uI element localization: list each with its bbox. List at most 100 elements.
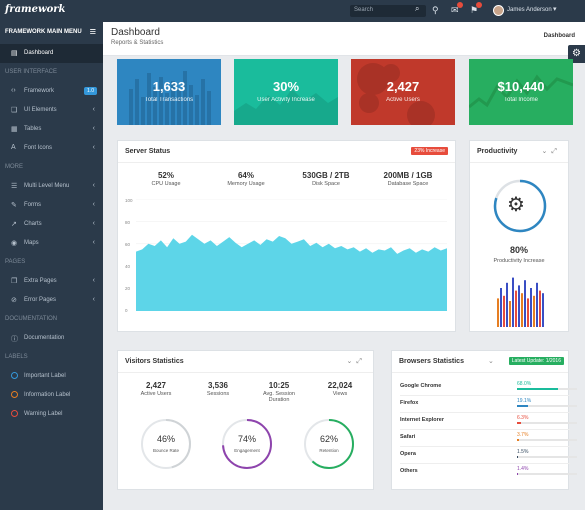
y-tick: 100 xyxy=(125,198,133,203)
gauge-retention: 62% Retention xyxy=(303,418,355,470)
notifications-icon[interactable]: ⚑ xyxy=(470,2,483,16)
sidebar-item-information-label[interactable]: Information Label xyxy=(0,386,103,405)
panel-title: Visitors Statistics xyxy=(125,358,184,365)
sidebar-item-ui-elements[interactable]: ❑ UI Elements ‹ xyxy=(0,101,103,120)
messages-badge xyxy=(456,2,463,8)
sidebar-item-documentation[interactable]: ⓘ Documentation xyxy=(0,329,103,348)
metric-label: Database Space xyxy=(387,181,429,187)
sidebar-item-label: Extra Pages xyxy=(24,278,57,284)
section-pages: PAGES xyxy=(5,259,26,265)
chevron-down-icon[interactable]: ⌄ xyxy=(347,358,357,365)
sidebar-item-label: UI Elements xyxy=(24,107,57,113)
gauge-label: Retention xyxy=(319,448,339,453)
productivity-bar xyxy=(515,290,517,327)
copy-icon: ❐ xyxy=(11,278,18,285)
sidebar-item-label: Error Pages xyxy=(24,297,57,303)
panel-controls[interactable]: ⌄⤢ xyxy=(542,147,561,156)
stat-card-total-income[interactable]: $10,440 Total Income xyxy=(469,59,573,125)
productivity-bar xyxy=(527,298,529,327)
sidebar-item-font-icons[interactable]: A Font Icons ‹ xyxy=(0,139,103,158)
increase-badge: 23% Increase xyxy=(411,147,448,155)
table-icon: ▦ xyxy=(11,126,18,133)
browser-name: Internet Explorer xyxy=(400,417,445,423)
metric-active-users: 2,427 Active Users xyxy=(130,381,182,397)
y-tick: 20 xyxy=(125,286,131,291)
browser-bar xyxy=(517,456,577,458)
panel-controls[interactable]: ⌄⤢ xyxy=(347,357,366,366)
chevron-left-icon: ‹ xyxy=(92,220,95,227)
expand-icon[interactable]: ⤢ xyxy=(356,358,366,365)
sidebar-item-tables[interactable]: ▦ Tables ‹ xyxy=(0,120,103,139)
sidebar-item-charts[interactable]: ↗ Charts ‹ xyxy=(0,215,103,234)
browsers-statistics-panel: Browsers Statistics ⌄ Latest Update: 1/2… xyxy=(391,350,577,490)
sidebar-header: FRAMEWORK MAIN MENU ≡ xyxy=(0,22,103,44)
metric-value: 2,427 xyxy=(145,381,167,390)
stat-label: Total Transactions xyxy=(144,97,194,103)
productivity-bar xyxy=(533,295,535,327)
browser-bar-fill xyxy=(517,388,558,390)
brand-logo[interactable]: framework xyxy=(5,4,65,15)
productivity-bar xyxy=(500,288,502,327)
user-name[interactable]: James Anderson xyxy=(507,7,552,13)
gauge-ring xyxy=(141,419,191,469)
browser-percent: 1.4% xyxy=(517,466,529,472)
sidebar-item-label: Tables xyxy=(24,126,42,132)
breadcrumb[interactable]: Dashboard xyxy=(544,33,575,39)
productivity-label: Productivity Increase xyxy=(493,258,545,264)
pencil-icon: ✎ xyxy=(11,202,17,209)
info-icon: ⓘ xyxy=(11,336,18,343)
productivity-bar xyxy=(512,277,514,327)
browser-percent: 1.5% xyxy=(517,449,529,455)
sidebar-item-dashboard[interactable]: ▤ Dashboard xyxy=(0,44,103,63)
sidebar-item-framework[interactable]: ‹› Framework 1.0 xyxy=(0,82,103,101)
panel-title: Browsers Statistics xyxy=(399,358,464,365)
sidebar: FRAMEWORK MAIN MENU ≡ ▤ Dashboard USER I… xyxy=(0,22,103,510)
messages-icon[interactable]: ✉ xyxy=(451,2,463,16)
metric-session-duration: 10:25 Avg. Session Duration xyxy=(254,381,304,403)
chevron-left-icon: ‹ xyxy=(92,201,95,208)
sidebar-item-maps[interactable]: ◉ Maps ‹ xyxy=(0,234,103,253)
section-more: MORE xyxy=(5,164,23,170)
stat-value: 2,427 xyxy=(386,79,420,94)
hamburger-icon[interactable]: ≡ xyxy=(90,26,96,38)
chevron-down-icon[interactable]: ⌄ xyxy=(488,357,494,365)
browser-name: Opera xyxy=(400,451,416,457)
sidebar-item-extra-pages[interactable]: ❐ Extra Pages ‹ xyxy=(0,272,103,291)
metric-cpu: 52% CPU Usage xyxy=(134,171,198,187)
productivity-bar xyxy=(509,301,511,327)
chevron-left-icon: ‹ xyxy=(92,277,95,284)
sidebar-item-warning-label[interactable]: Warning Label xyxy=(0,405,103,424)
chevron-down-icon[interactable]: ⌄ xyxy=(542,148,552,155)
metric-label: Avg. Session Duration xyxy=(262,391,295,403)
stat-card-user-activity[interactable]: 30% User Activity Increase xyxy=(234,59,338,125)
page-subtitle: Reports & Statistics xyxy=(111,40,164,46)
stat-value: 1,633 xyxy=(152,79,186,94)
stat-card-transactions[interactable]: 1,633 Total Transactions xyxy=(117,59,221,125)
chevron-down-icon[interactable]: ▾ xyxy=(553,5,557,13)
dashboard-icon: ▤ xyxy=(11,50,18,57)
server-area-chart xyxy=(136,199,447,311)
expand-icon[interactable]: ⤢ xyxy=(551,148,561,155)
chevron-left-icon: ‹ xyxy=(92,182,95,189)
sidebar-item-error-pages[interactable]: ⊘ Error Pages ‹ xyxy=(0,291,103,310)
browser-bar xyxy=(517,473,577,475)
sidebar-item-forms[interactable]: ✎ Forms ‹ xyxy=(0,196,103,215)
version-badge: 1.0 xyxy=(84,87,97,95)
y-tick: 0 xyxy=(125,308,128,313)
metric-label: Views xyxy=(332,391,348,397)
search-toggle-icon[interactable]: ⚲ xyxy=(432,5,439,16)
stat-card-active-users[interactable]: 2,427 Active Users xyxy=(351,59,455,125)
productivity-bar xyxy=(524,280,526,327)
page-title: Dashboard xyxy=(111,27,160,38)
sidebar-item-label: Information Label xyxy=(24,392,71,398)
sidebar-item-multi-level-menu[interactable]: ☰ Multi Level Menu ‹ xyxy=(0,177,103,196)
chevron-left-icon: ‹ xyxy=(92,106,95,113)
sidebar-title: FRAMEWORK MAIN MENU xyxy=(5,29,82,35)
top-bar: framework Search ⌕ ⚲ ✉ ⚑ James Anderson … xyxy=(0,0,585,22)
avatar[interactable] xyxy=(493,5,504,16)
font-icon: A xyxy=(11,144,16,151)
stat-label: Total Income xyxy=(503,97,539,103)
sidebar-item-important-label[interactable]: Important Label xyxy=(0,367,103,386)
chevron-left-icon: ‹ xyxy=(92,239,95,246)
gauge-ring xyxy=(304,419,354,469)
